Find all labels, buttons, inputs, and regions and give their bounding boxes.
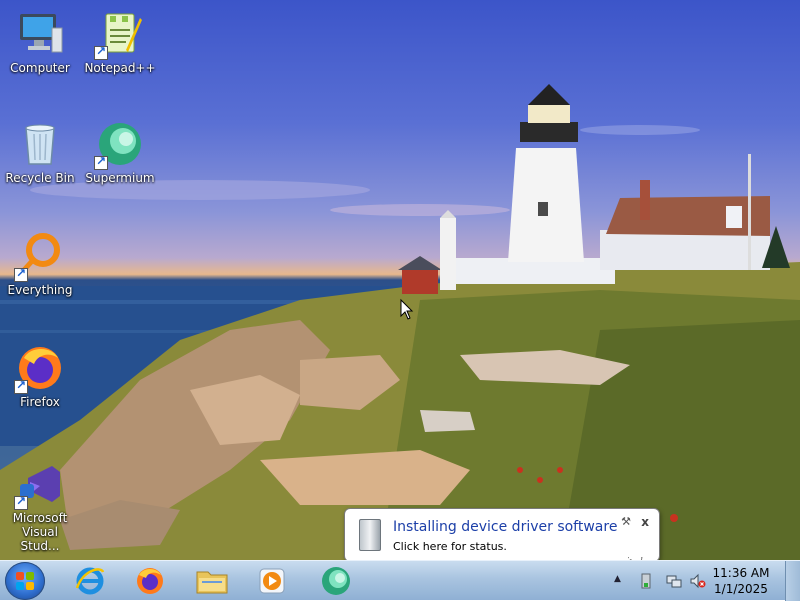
- clock-time: 11:36 AM: [712, 566, 770, 580]
- network-icon[interactable]: [666, 573, 682, 589]
- taskbar-supermium[interactable]: [314, 563, 358, 599]
- desktop[interactable]: Computer Notepad++ Recycle Bin: [0, 0, 800, 560]
- shortcut-arrow-icon: [14, 494, 28, 510]
- device-driver-tray-icon[interactable]: [638, 573, 654, 589]
- desktop-icon-label: Supermium: [85, 171, 155, 185]
- recycle-bin-icon: [16, 120, 64, 168]
- desktop-icon-label: Computer: [10, 61, 70, 75]
- shortcut-arrow-icon: [94, 44, 108, 60]
- clock-date: 1/1/2025: [714, 582, 768, 596]
- notification-close-button[interactable]: x: [641, 515, 649, 529]
- desktop-icon-notepadpp[interactable]: Notepad++: [82, 10, 158, 75]
- taskbar-file-explorer[interactable]: [190, 563, 234, 599]
- desktop-icon-label: Firefox: [20, 395, 60, 409]
- media-player-icon: [259, 568, 285, 594]
- volume-muted-icon[interactable]: [690, 573, 706, 589]
- folder-icon: [196, 571, 228, 594]
- supermium-icon: [322, 567, 350, 595]
- desktop-icon-label: Notepad++: [84, 61, 156, 75]
- system-clock[interactable]: 11:36 AM 1/1/2025: [706, 565, 776, 597]
- supermium-icon: [94, 120, 144, 170]
- taskbar-firefox[interactable]: [128, 563, 172, 599]
- show-hidden-icons-button[interactable]: ▲: [614, 574, 621, 584]
- windows-logo-icon: [16, 572, 34, 590]
- everything-search-icon: [14, 232, 64, 282]
- taskbar: ▲ 11:36 AM 1/1/2025: [0, 560, 800, 601]
- notepad-plus-plus-icon: [94, 10, 144, 60]
- visual-studio-installer-icon: [14, 460, 64, 510]
- desktop-icon-recycle-bin[interactable]: Recycle Bin: [2, 120, 78, 185]
- desktop-icon-label: Everything: [7, 283, 73, 297]
- start-button[interactable]: [5, 562, 45, 600]
- show-desktop-button[interactable]: [785, 561, 800, 601]
- desktop-icon-computer[interactable]: Computer: [2, 10, 78, 75]
- internet-explorer-icon: [75, 567, 105, 595]
- shortcut-arrow-icon: [14, 266, 28, 282]
- device-driver-icon: [359, 519, 381, 551]
- desktop-icon-firefox[interactable]: Firefox: [2, 344, 78, 409]
- notification-status-link[interactable]: Click here for status.: [393, 540, 507, 553]
- firefox-icon: [137, 568, 163, 594]
- desktop-icon-supermium[interactable]: Supermium: [82, 120, 158, 185]
- notification-title: Installing device driver software: [393, 519, 618, 535]
- shortcut-arrow-icon: [94, 154, 108, 170]
- desktop-icon-visual-studio[interactable]: Microsoft Visual Stud...: [2, 460, 78, 553]
- driver-install-notification[interactable]: Installing device driver software Click …: [344, 508, 660, 562]
- desktop-icon-label: Microsoft Visual Stud...: [12, 511, 68, 553]
- taskbar-internet-explorer[interactable]: [68, 563, 112, 599]
- taskbar-media-player[interactable]: [250, 563, 294, 599]
- desktop-icon-label: Recycle Bin: [5, 171, 75, 185]
- computer-icon: [16, 10, 64, 58]
- wallpaper-landscape: [0, 84, 800, 560]
- notification-options-icon[interactable]: ⚒: [621, 515, 631, 528]
- shortcut-arrow-icon: [14, 378, 28, 394]
- firefox-icon: [14, 344, 64, 394]
- desktop-icon-everything[interactable]: Everything: [2, 232, 78, 297]
